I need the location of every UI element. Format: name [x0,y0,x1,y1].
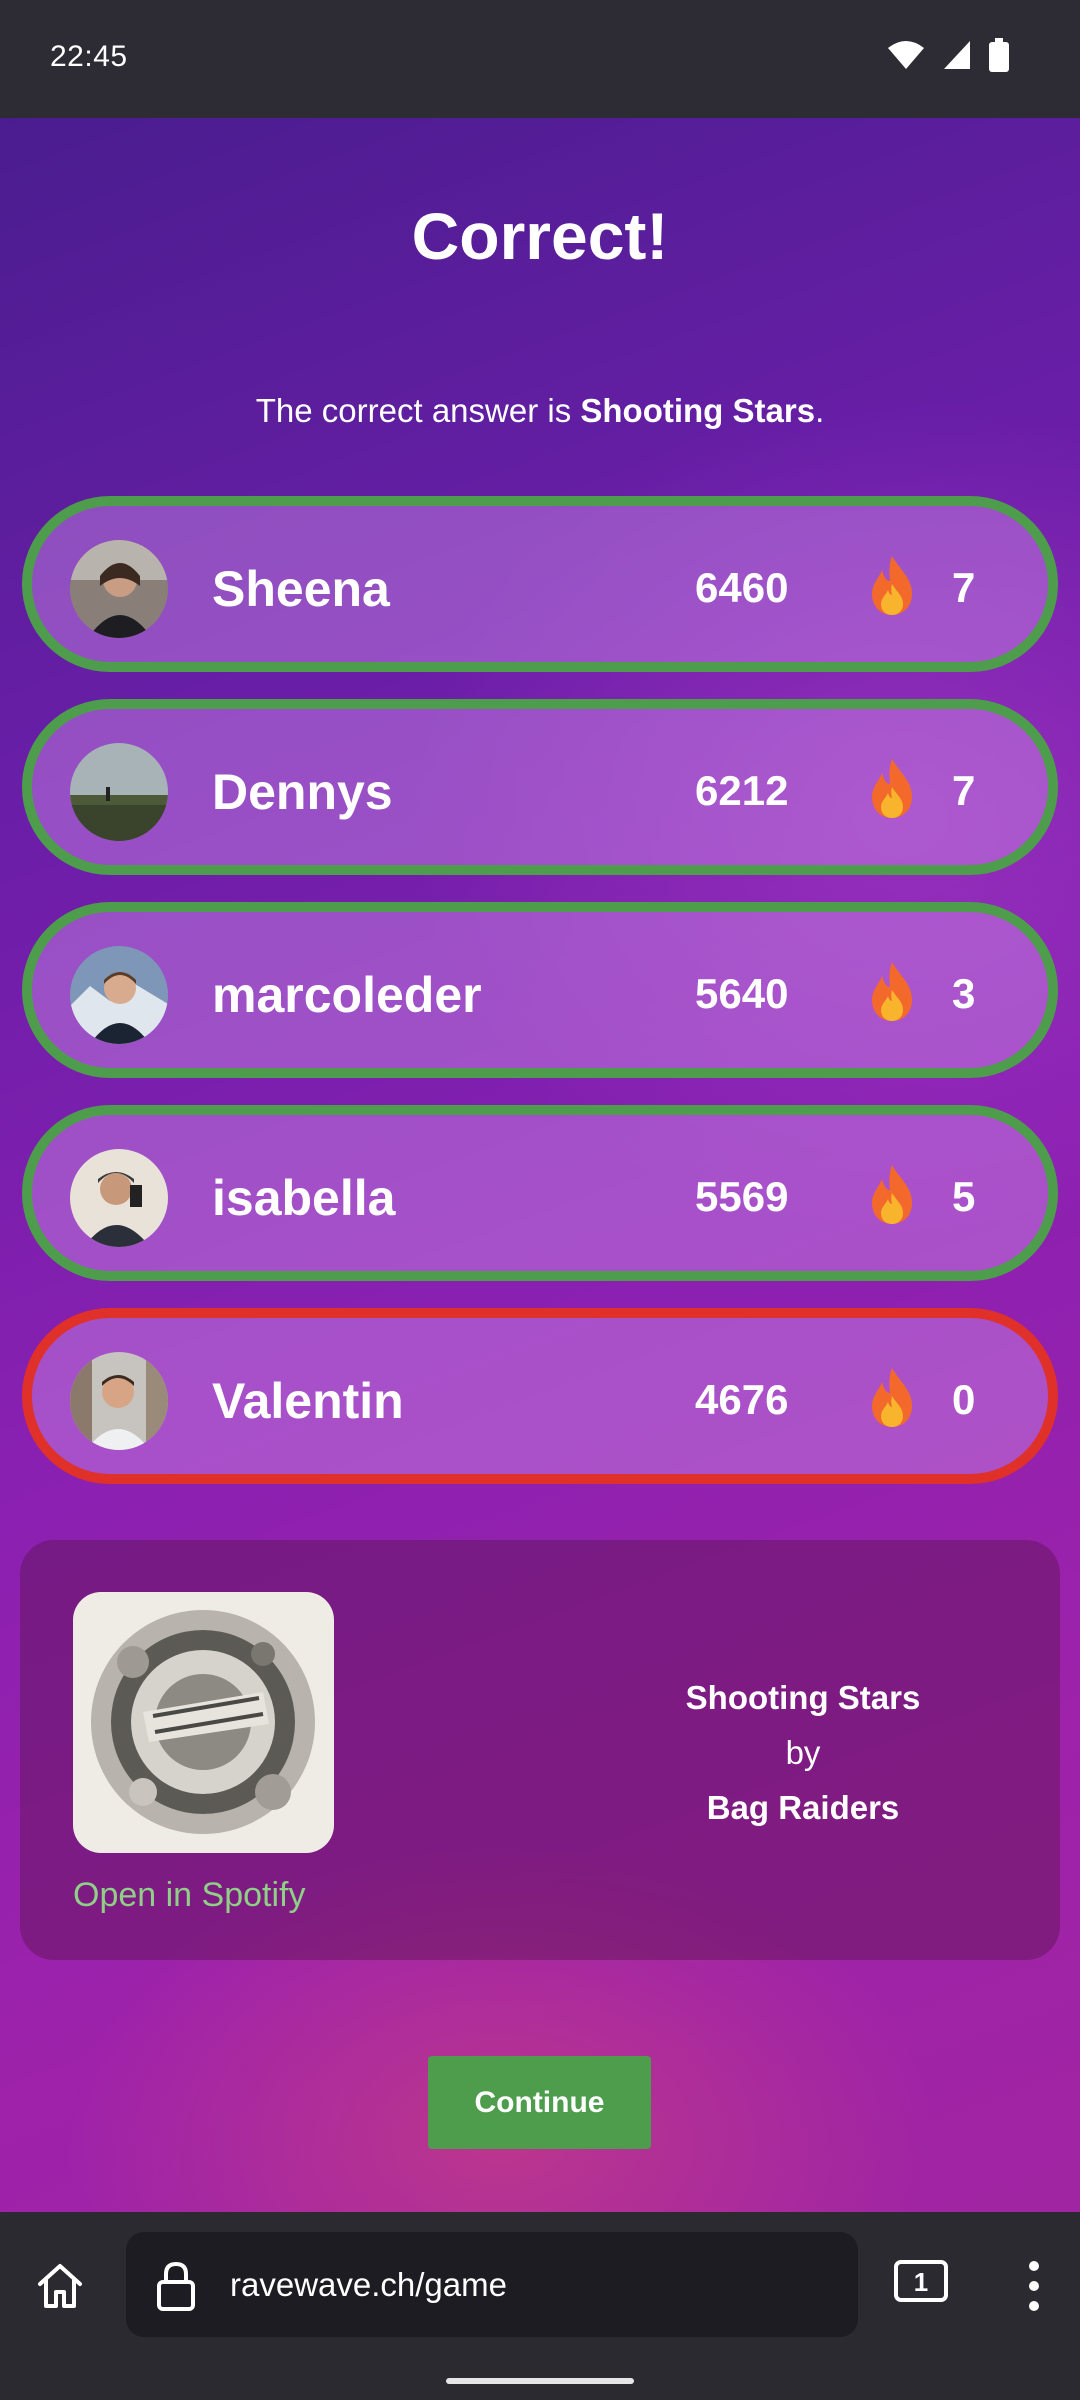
player-streak: 3 [952,970,976,1017]
avatar [70,1352,168,1450]
player-score: 4676 [695,1376,789,1423]
player-name: Valentin [212,1373,404,1429]
player-score: 6212 [695,767,789,814]
tabs-icon[interactable]: 1 [894,2260,948,2307]
flame-icon [870,757,914,824]
song-info: Shooting Stars by Bag Raiders [540,1670,1066,1835]
url-text[interactable]: ravewave.ch/game [230,2266,507,2304]
player-name: isabella [212,1170,396,1226]
answer-line: The correct answer is Shooting Stars. [0,392,1080,430]
song-card: Open in Spotify Shooting Stars by Bag Ra… [20,1540,1060,1960]
player-name: Sheena [212,561,390,617]
browser-toolbar: ravewave.ch/game 1 [0,2212,1080,2400]
gesture-bar[interactable] [446,2378,634,2384]
answer-song: Shooting Stars [580,392,816,429]
player-row: marcoleder 5640 3 [22,902,1058,1078]
continue-button[interactable]: Continue [428,2056,651,2149]
song-by: by [785,1734,821,1771]
flame-icon [870,1366,914,1433]
player-row: Valentin 4676 0 [22,1308,1058,1484]
player-name: marcoleder [212,967,482,1023]
open-in-spotify-link[interactable]: Open in Spotify [73,1876,305,1915]
player-row: isabella 5569 5 [22,1105,1058,1281]
status-bar: 22:45 [0,0,1080,118]
home-icon[interactable] [32,2258,88,2319]
album-art[interactable] [73,1592,334,1853]
player-score: 5640 [695,970,789,1017]
player-score: 5569 [695,1173,789,1220]
player-streak: 0 [952,1376,976,1423]
signal-icon [942,39,972,71]
player-streak: 7 [952,564,976,611]
answer-suffix: . [815,392,825,429]
player-score: 6460 [695,564,789,611]
wifi-icon [886,39,926,71]
player-streak: 7 [952,767,976,814]
player-row: Sheena 6460 7 [22,496,1058,672]
flame-icon [870,554,914,621]
avatar [70,540,168,638]
battery-icon [988,38,1010,72]
song-artist: Bag Raiders [706,1789,900,1826]
status-icons [886,38,1010,72]
player-streak: 5 [952,1173,976,1220]
song-title: Shooting Stars [685,1679,921,1716]
player-row: Dennys 6212 7 [22,699,1058,875]
game-page: Correct! The correct answer is Shooting … [0,118,1080,2212]
result-title: Correct! [411,199,669,273]
player-name: Dennys [212,764,393,820]
address-bar[interactable]: ravewave.ch/game [126,2232,858,2337]
answer-prefix: The correct answer is [255,392,572,429]
flame-icon [870,1163,914,1230]
flame-icon [870,960,914,1027]
tab-count: 1 [914,2267,928,2297]
more-menu-icon[interactable] [1020,2258,1048,2319]
avatar [70,743,168,841]
status-time: 22:45 [50,40,128,73]
avatar [70,946,168,1044]
avatar [70,1149,168,1247]
lock-icon[interactable] [154,2260,198,2317]
